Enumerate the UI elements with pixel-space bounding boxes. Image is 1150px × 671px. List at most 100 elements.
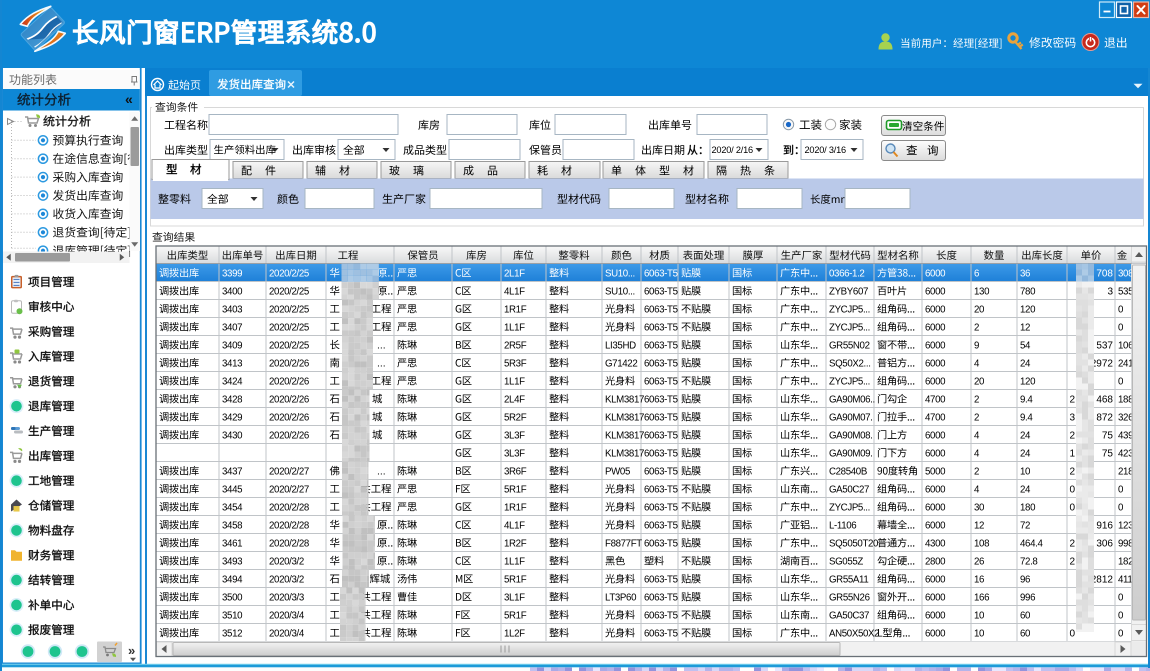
svg-text:KLM3817: KLM3817 <box>605 413 644 424</box>
svg-text:2020/3/3: 2020/3/3 <box>269 593 304 604</box>
svg-text:218: 218 <box>1118 467 1133 478</box>
svg-text:10: 10 <box>1020 467 1031 478</box>
svg-text:180: 180 <box>1020 503 1036 514</box>
svg-text:3510: 3510 <box>222 611 243 622</box>
svg-text:2: 2 <box>1070 395 1076 406</box>
svg-text:3512: 3512 <box>222 629 242 640</box>
svg-text:106: 106 <box>1118 341 1133 352</box>
svg-text:6000: 6000 <box>925 305 946 316</box>
svg-text:9.4: 9.4 <box>1020 395 1033 406</box>
svg-text:916: 916 <box>1096 521 1113 532</box>
svg-text:2020/2/26: 2020/2/26 <box>269 359 309 370</box>
svg-text:3445: 3445 <box>222 485 242 496</box>
svg-text:3493: 3493 <box>222 557 242 568</box>
svg-text:3400: 3400 <box>222 287 243 298</box>
svg-text:4L1F: 4L1F <box>504 521 525 532</box>
svg-text:166: 166 <box>974 593 989 604</box>
svg-text:6000: 6000 <box>925 269 946 280</box>
svg-text:108: 108 <box>974 539 989 550</box>
svg-text:GA90M06..: GA90M06.. <box>829 395 875 406</box>
svg-text:3461: 3461 <box>222 539 242 550</box>
svg-text:423: 423 <box>1118 449 1133 460</box>
svg-text:GA50C37: GA50C37 <box>829 611 869 622</box>
svg-text:LI35HD: LI35HD <box>605 341 636 352</box>
svg-text:GA90M08.: GA90M08. <box>829 431 873 442</box>
svg-text:2: 2 <box>1070 557 1076 568</box>
svg-text:535: 535 <box>1118 287 1133 298</box>
svg-text:6063-T5: 6063-T5 <box>644 269 678 280</box>
svg-text:6063-T5: 6063-T5 <box>644 323 678 334</box>
svg-text:464.4: 464.4 <box>1020 539 1043 550</box>
svg-text:2020/3/4: 2020/3/4 <box>269 611 305 622</box>
svg-text:996: 996 <box>1020 593 1035 604</box>
svg-text:F8877FT: F8877FT <box>605 539 642 550</box>
svg-text:2020/2/25: 2020/2/25 <box>269 305 309 316</box>
svg-text:3429: 3429 <box>222 413 242 424</box>
svg-text:6000: 6000 <box>925 359 946 370</box>
svg-text:6063-T5: 6063-T5 <box>644 521 678 532</box>
svg-text:GR55A11: GR55A11 <box>829 575 868 586</box>
svg-text:537: 537 <box>1096 341 1113 352</box>
svg-text:96: 96 <box>1020 575 1030 586</box>
svg-text:998: 998 <box>1118 539 1133 550</box>
svg-text:326: 326 <box>1118 413 1133 424</box>
svg-text:6000: 6000 <box>925 629 946 640</box>
svg-text:5000: 5000 <box>925 467 946 478</box>
svg-text:120: 120 <box>1020 305 1036 316</box>
svg-text:L-1106: L-1106 <box>829 521 856 532</box>
svg-text:KLM3817: KLM3817 <box>605 395 644 406</box>
svg-text:2L4F: 2L4F <box>504 395 525 406</box>
svg-text:6063-T5: 6063-T5 <box>644 629 678 640</box>
svg-text:6000: 6000 <box>925 503 946 514</box>
svg-text:...: ... <box>377 359 386 370</box>
svg-text:2: 2 <box>1070 467 1076 478</box>
svg-text:123: 123 <box>1118 521 1133 532</box>
svg-text:1R1F: 1R1F <box>504 305 527 316</box>
svg-text:60: 60 <box>1020 629 1031 640</box>
svg-text:6063-T5: 6063-T5 <box>644 467 678 478</box>
svg-text:2020/2/25: 2020/2/25 <box>269 341 309 352</box>
svg-text:36: 36 <box>1020 269 1030 280</box>
svg-text:72.8: 72.8 <box>1020 557 1037 568</box>
svg-text:5R1F: 5R1F <box>504 485 527 496</box>
svg-text:GA50C27: GA50C27 <box>829 485 869 496</box>
svg-text:24: 24 <box>1020 449 1031 460</box>
svg-text:3403: 3403 <box>222 305 242 316</box>
svg-text:6063-T5: 6063-T5 <box>644 503 678 514</box>
svg-text:6063-T5: 6063-T5 <box>644 575 678 586</box>
svg-text:872: 872 <box>1096 413 1113 424</box>
svg-text:3L3F: 3L3F <box>504 431 525 442</box>
svg-text:12: 12 <box>1020 323 1030 334</box>
svg-text:KLM3817: KLM3817 <box>605 431 644 442</box>
svg-text:3454: 3454 <box>222 503 243 514</box>
svg-text:16: 16 <box>974 575 984 586</box>
svg-text:2020/2/27: 2020/2/27 <box>269 485 309 496</box>
svg-text:GR55N26: GR55N26 <box>829 593 870 604</box>
svg-text:0: 0 <box>1070 629 1076 640</box>
svg-text:20: 20 <box>974 305 985 316</box>
svg-text:2020/2/28: 2020/2/28 <box>269 521 309 532</box>
svg-text:4300: 4300 <box>925 539 946 550</box>
svg-text:6000: 6000 <box>925 521 946 532</box>
svg-text:6063-T5: 6063-T5 <box>644 485 678 496</box>
svg-text:SG055Z: SG055Z <box>829 557 863 568</box>
svg-text:6063-T5: 6063-T5 <box>644 449 678 460</box>
svg-text:4700: 4700 <box>925 395 946 406</box>
svg-text:ZYCJP5...: ZYCJP5... <box>829 503 870 514</box>
svg-text:6000: 6000 <box>925 377 946 388</box>
svg-text:6063-T5: 6063-T5 <box>644 395 678 406</box>
svg-text:1L2F: 1L2F <box>504 629 525 640</box>
svg-text:0: 0 <box>1070 503 1076 514</box>
svg-text:AN50X50X2: AN50X50X2 <box>829 629 879 640</box>
svg-text:G71422: G71422 <box>605 359 637 370</box>
svg-text:SU10...: SU10... <box>605 269 635 280</box>
svg-text:3R6F: 3R6F <box>504 467 527 478</box>
svg-text:6000: 6000 <box>925 323 946 334</box>
svg-text:SQ5050T20: SQ5050T20 <box>829 539 879 550</box>
svg-text:2800: 2800 <box>925 557 946 568</box>
svg-text:6063-T5: 6063-T5 <box>644 413 678 424</box>
svg-text:2020/2/27: 2020/2/27 <box>269 467 309 478</box>
svg-text:KLM3817: KLM3817 <box>605 449 644 460</box>
svg-text:6063-T5: 6063-T5 <box>644 377 678 388</box>
svg-text:2020/2/26: 2020/2/26 <box>269 395 309 406</box>
